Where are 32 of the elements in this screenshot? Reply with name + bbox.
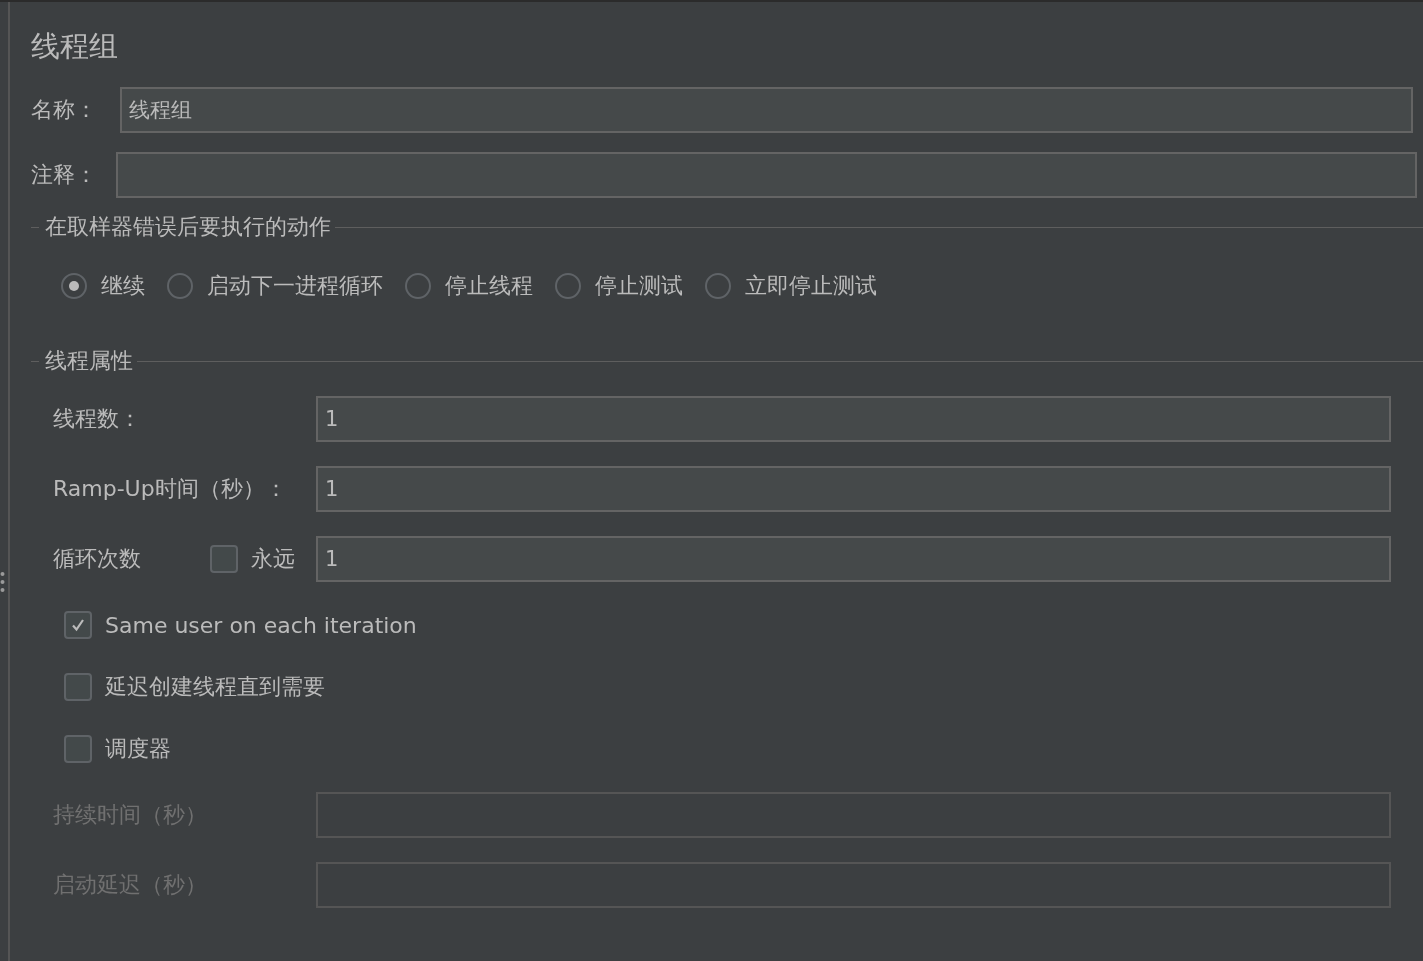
input-field[interactable]: 1 bbox=[316, 536, 1391, 582]
radio-button[interactable] bbox=[705, 273, 731, 299]
input-field[interactable]: 1 bbox=[316, 396, 1391, 442]
radio-label[interactable]: 停止线程 bbox=[445, 271, 533, 301]
checkbox[interactable] bbox=[210, 545, 238, 573]
radio-button[interactable] bbox=[61, 273, 87, 299]
checkbox-label[interactable]: 永远 bbox=[251, 544, 295, 574]
checkbox[interactable] bbox=[64, 735, 92, 763]
field-label: 名称： bbox=[31, 96, 98, 124]
checkbox-label[interactable]: 调度器 bbox=[105, 734, 171, 764]
drag-handle-icon[interactable] bbox=[0, 570, 5, 593]
section-title: 线程属性 bbox=[45, 347, 133, 375]
checkbox-label[interactable]: Same user on each iteration bbox=[105, 612, 417, 638]
checkbox[interactable] bbox=[64, 611, 92, 639]
panel-title: 线程组 bbox=[31, 28, 119, 65]
field-label: Ramp-Up时间（秒）： bbox=[53, 475, 288, 503]
radio-label[interactable]: 继续 bbox=[101, 271, 145, 301]
radio-label[interactable]: 停止测试 bbox=[595, 271, 683, 301]
checkbox[interactable] bbox=[64, 673, 92, 701]
comment-field[interactable] bbox=[116, 152, 1417, 198]
checkbox-label[interactable]: 延迟创建线程直到需要 bbox=[105, 672, 325, 702]
input-field[interactable]: 1 bbox=[316, 466, 1391, 512]
radio-label[interactable]: 立即停止测试 bbox=[745, 271, 877, 301]
name-field[interactable]: 线程组 bbox=[120, 87, 1413, 133]
field-label: 线程数： bbox=[53, 405, 142, 433]
radio-button[interactable] bbox=[167, 273, 193, 299]
radio-button[interactable] bbox=[405, 273, 431, 299]
field-label: 注释： bbox=[31, 161, 98, 189]
section-title: 在取样器错误后要执行的动作 bbox=[45, 213, 331, 241]
radio-button[interactable] bbox=[555, 273, 581, 299]
field-label: 循环次数 bbox=[53, 545, 142, 573]
radio-label[interactable]: 启动下一进程循环 bbox=[207, 271, 383, 301]
